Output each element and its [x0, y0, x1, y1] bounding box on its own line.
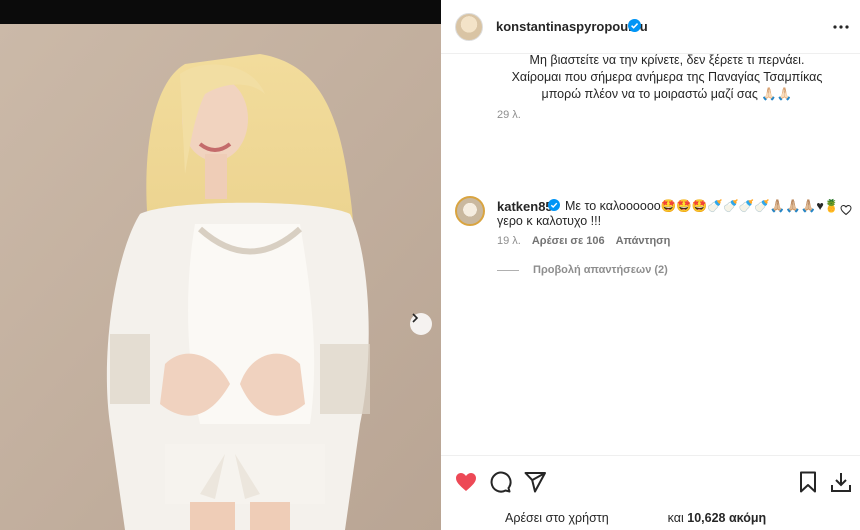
more-icon[interactable] — [832, 18, 850, 36]
caption-cut-line — [497, 44, 837, 52]
action-bar: Αρέσει στο χρήστη και 10,628 ακόμη — [441, 455, 860, 530]
view-replies-label: Προβολή απαντήσεων (2) — [533, 264, 668, 276]
likes-and: και — [667, 511, 684, 525]
reply-button[interactable]: Απάντηση — [616, 235, 671, 247]
download-icon[interactable] — [829, 470, 853, 494]
heart-icon[interactable] — [454, 470, 478, 494]
caption-line: Μη βιαστείτε να την κρίνετε, δεν ξέρετε … — [529, 53, 805, 67]
comment-time[interactable]: 19 λ. — [497, 235, 521, 247]
comment-likes[interactable]: Αρέσει σε 106 — [532, 235, 605, 247]
likes-summary: Αρέσει στο χρήστη και 10,628 ακόμη — [505, 511, 766, 525]
replies-divider — [497, 269, 519, 271]
caption-line: μπορώ πλέον να το μοιραστώ μαζί σας 🙏🏻🙏🏻 — [541, 87, 793, 101]
comment-username[interactable]: katken85 — [497, 199, 553, 214]
post-caption: Μη βιαστείτε να την κρίνετε, δεν ξέρετε … — [497, 44, 837, 103]
post-photo — [0, 24, 441, 530]
post-side-panel: konstantinaspyropoulou Μη βιαστείτε να τ… — [441, 0, 860, 530]
top-bar — [0, 0, 441, 24]
likes-prefix: Αρέσει στο χρήστη — [505, 511, 609, 525]
avatar[interactable] — [455, 13, 483, 41]
verified-icon — [628, 19, 641, 32]
caption-line: Χαίρομαι που σήμερα ανήμερα της Παναγίας… — [511, 70, 823, 84]
comment-text: Με το καλοοοοοο🤩🤩🤩🍼🍼🍼🍼🙏🏼🙏🏼🙏🏼♥🍍 — [565, 199, 840, 213]
photo-illustration — [0, 24, 441, 530]
caption-timestamp[interactable]: 29 λ. — [497, 109, 521, 121]
comment-text-continued: γερο κ καλοτυχο !!! — [497, 214, 602, 228]
share-icon[interactable] — [523, 470, 547, 494]
comment-meta: 19 λ. Αρέσει σε 106 Απάντηση — [497, 235, 670, 247]
comment-icon[interactable] — [488, 470, 512, 494]
bookmark-icon[interactable] — [796, 470, 820, 494]
likes-count[interactable]: 10,628 ακόμη — [687, 511, 766, 525]
post-username[interactable]: konstantinaspyropoulou — [496, 19, 648, 34]
comment-avatar[interactable] — [455, 196, 485, 226]
comment-like-heart-icon[interactable] — [840, 204, 852, 216]
chevron-right-icon — [412, 313, 419, 323]
view-replies-button[interactable]: Προβολή απαντήσεων (2) — [497, 264, 668, 276]
verified-icon — [548, 199, 560, 211]
next-photo-button[interactable] — [410, 313, 432, 335]
